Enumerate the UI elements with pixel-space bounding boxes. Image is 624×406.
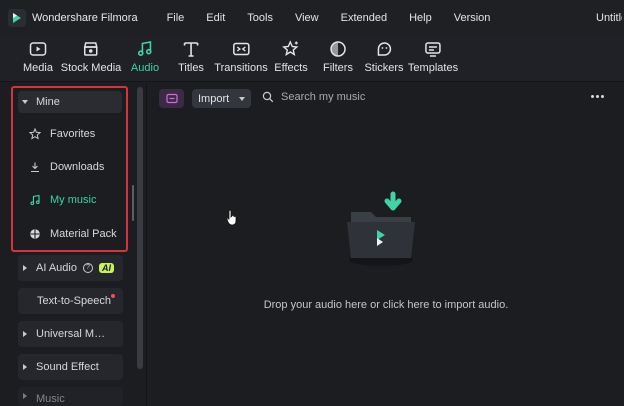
tab-transitions-label: Transitions [214, 62, 268, 74]
tab-transitions[interactable]: Transitions [214, 39, 268, 74]
tab-templates-label: Templates [407, 62, 459, 74]
audio-icon [137, 41, 152, 56]
search-input[interactable]: Search my music [281, 91, 365, 103]
ai-audio-label: AI Audio [36, 262, 77, 274]
sidebar-group-sound-effect[interactable]: Sound Effect [18, 354, 123, 380]
audio-sidebar: Mine Favorites Downloads My music Materi… [0, 83, 145, 406]
app-name: Wondershare Filmora [32, 12, 138, 24]
tab-effects[interactable]: Effects [274, 39, 308, 74]
sidebar-item-material-pack[interactable]: Material Pack [18, 224, 122, 244]
tab-effects-label: Effects [274, 62, 308, 74]
project-title: Untitled [596, 12, 622, 24]
tab-filters-label: Filters [323, 62, 353, 74]
sound-effect-label: Sound Effect [36, 361, 99, 373]
drop-audio-hint[interactable]: Drop your audio here or click here to im… [147, 299, 624, 311]
menu-file[interactable]: File [167, 12, 185, 24]
sidebar-item-downloads[interactable]: Downloads [18, 157, 122, 177]
chevron-down-icon [22, 100, 28, 104]
tab-stock-media-label: Stock Media [60, 62, 122, 74]
effects-icon [281, 40, 299, 56]
download-icon [28, 160, 42, 174]
search-my-music[interactable]: Search my music [262, 91, 365, 103]
chevron-down-icon [239, 97, 245, 101]
folder-icon [165, 93, 178, 104]
stock-media-icon [84, 42, 98, 56]
transitions-icon [232, 42, 250, 56]
sidebar-scrollbar[interactable] [137, 87, 143, 369]
universal-music-label: Universal Music [36, 328, 111, 340]
material-pack-label: Material Pack [50, 228, 117, 240]
templates-icon [425, 42, 441, 57]
menu-edit[interactable]: Edit [206, 12, 225, 24]
sidebar-group-music[interactable]: Music [18, 387, 123, 406]
mine-label: Mine [36, 96, 60, 108]
help-icon[interactable]: ? [82, 263, 93, 273]
media-toolbar: Media Stock Media Audio Titles Transitio… [0, 36, 624, 82]
import-label: Import [198, 92, 230, 105]
stickers-icon [377, 42, 391, 56]
tab-titles-label: Titles [178, 62, 204, 74]
sidebar-group-universal-music[interactable]: Universal Music [18, 321, 123, 347]
tab-titles[interactable]: Titles [178, 39, 204, 74]
tab-audio[interactable]: Audio [131, 39, 159, 74]
import-button[interactable]: Import [192, 89, 251, 108]
filmora-logo-icon [8, 9, 26, 27]
pack-icon [28, 227, 42, 241]
mine-group-header[interactable]: Mine [18, 91, 122, 113]
sidebar-item-my-music[interactable]: My music [18, 190, 122, 210]
tab-filters[interactable]: Filters [323, 39, 353, 74]
menu-extended[interactable]: Extended [341, 12, 387, 24]
menu-bar: File Edit Tools View Extended Help Versi… [167, 12, 513, 24]
sidebar-item-favorites[interactable]: Favorites [18, 124, 122, 144]
tab-media-label: Media [23, 62, 53, 74]
tab-stock-media[interactable]: Stock Media [60, 39, 122, 74]
chevron-right-icon [23, 364, 27, 370]
menu-version[interactable]: Version [454, 12, 491, 24]
my-music-label: My music [50, 194, 97, 206]
menu-tools[interactable]: Tools [247, 12, 273, 24]
media-icon [29, 42, 47, 56]
mouse-cursor-icon [226, 209, 238, 229]
menu-help[interactable]: Help [409, 12, 432, 24]
menu-view[interactable]: View [295, 12, 319, 24]
search-icon [262, 91, 274, 103]
sidebar-group-text-to-speech[interactable]: Text-to-Speech [18, 288, 123, 314]
tab-audio-label: Audio [130, 62, 160, 74]
music-label: Music [36, 393, 65, 405]
tab-stickers[interactable]: Stickers [364, 39, 404, 74]
more-options-icon[interactable] [591, 95, 604, 98]
music-note-icon [28, 193, 42, 207]
titles-icon [183, 42, 199, 57]
audio-library-panel: Import Search my music Drop your audio h… [146, 83, 624, 406]
folder-button[interactable] [159, 89, 184, 108]
empty-folder-illustration [343, 188, 423, 270]
tab-media[interactable]: Media [23, 39, 53, 74]
sidebar-group-ai-audio[interactable]: AI Audio ? AI [18, 255, 123, 281]
ai-badge: AI [98, 263, 114, 273]
filters-icon [330, 41, 346, 57]
chevron-right-icon [23, 331, 27, 337]
sidebar-resize-handle[interactable] [132, 185, 134, 221]
title-bar: Wondershare Filmora File Edit Tools View… [0, 0, 624, 36]
chevron-right-icon [23, 265, 27, 271]
tab-stickers-label: Stickers [364, 62, 404, 74]
new-indicator-dot [111, 294, 115, 298]
favorites-label: Favorites [50, 128, 96, 140]
tab-templates[interactable]: Templates [408, 39, 458, 74]
chevron-right-icon [23, 393, 27, 399]
tts-label: Text-to-Speech [37, 295, 111, 307]
downloads-label: Downloads [50, 161, 105, 173]
star-icon [28, 127, 42, 141]
